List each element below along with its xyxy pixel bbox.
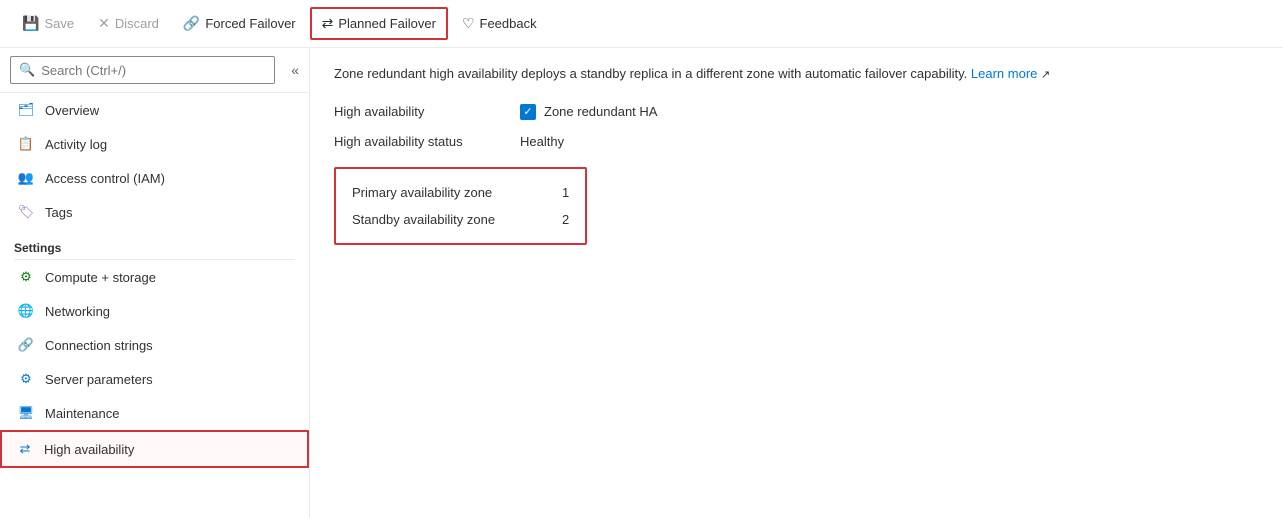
sidebar-item-label: Overview	[45, 103, 99, 118]
settings-section-label: Settings	[0, 229, 309, 259]
high-availability-field: High availability ✓ Zone redundant HA	[334, 104, 1259, 120]
primary-zone-label: Primary availability zone	[352, 185, 542, 200]
activity-log-icon: 📋	[17, 135, 35, 153]
sidebar-item-access-control[interactable]: 👥 Access control (IAM)	[0, 161, 309, 195]
forced-failover-icon: 🔗	[183, 15, 200, 32]
primary-zone-row: Primary availability zone 1	[352, 179, 569, 206]
server-parameters-icon: ⚙	[17, 370, 35, 388]
ha-status-field: High availability status Healthy	[334, 134, 1259, 149]
sidebar-item-label: Access control (IAM)	[45, 171, 165, 186]
ha-field-value: ✓ Zone redundant HA	[520, 104, 657, 120]
sidebar-item-label: Tags	[45, 205, 72, 220]
info-text: Zone redundant high availability deploys…	[334, 64, 1259, 84]
availability-zone-box: Primary availability zone 1 Standby avai…	[334, 167, 587, 245]
sidebar-item-label: Networking	[45, 304, 110, 319]
planned-failover-icon: ⇄	[322, 15, 334, 32]
search-icon: 🔍	[19, 62, 35, 78]
sidebar-item-overview[interactable]: 🗂 Overview	[0, 93, 309, 127]
standby-zone-label: Standby availability zone	[352, 212, 542, 227]
sidebar-item-label: Connection strings	[45, 338, 153, 353]
tags-icon: 🏷	[17, 203, 35, 221]
learn-more-link[interactable]: Learn more	[971, 66, 1037, 81]
main-layout: 🔍 « 🗂 Overview 📋 Activity log 👥 Access c…	[0, 48, 1283, 518]
sidebar-item-label: Activity log	[45, 137, 107, 152]
collapse-button[interactable]: «	[285, 58, 305, 82]
sidebar-item-high-availability[interactable]: ⇄ High availability	[0, 430, 309, 468]
ha-value-text: Zone redundant HA	[544, 104, 657, 119]
ha-status-text: Healthy	[520, 134, 564, 149]
feedback-button[interactable]: ♡ Feedback	[452, 9, 547, 38]
search-row: 🔍 «	[0, 48, 309, 93]
connection-strings-icon: 🔗	[17, 336, 35, 354]
ha-checkbox[interactable]: ✓	[520, 104, 536, 120]
sidebar-item-tags[interactable]: 🏷 Tags	[0, 195, 309, 229]
external-link-icon: ↗	[1041, 69, 1050, 81]
discard-icon: ✕	[98, 15, 110, 32]
sidebar-item-server-parameters[interactable]: ⚙ Server parameters	[0, 362, 309, 396]
search-input[interactable]	[41, 63, 266, 78]
sidebar-item-compute-storage[interactable]: ⚙ Compute + storage	[0, 260, 309, 294]
standby-zone-value: 2	[562, 212, 569, 227]
content-area: Zone redundant high availability deploys…	[310, 48, 1283, 518]
high-availability-icon: ⇄	[16, 440, 34, 458]
standby-zone-row: Standby availability zone 2	[352, 206, 569, 233]
save-icon: 💾	[22, 15, 39, 32]
search-box[interactable]: 🔍	[10, 56, 275, 84]
save-button[interactable]: 💾 Save	[12, 9, 84, 38]
discard-button[interactable]: ✕ Discard	[88, 9, 169, 38]
planned-failover-button[interactable]: ⇄ Planned Failover	[310, 7, 448, 40]
maintenance-icon: 🖥	[17, 404, 35, 422]
sidebar-item-label: Server parameters	[45, 372, 153, 387]
ha-status-value: Healthy	[520, 134, 564, 149]
sidebar-item-activity-log[interactable]: 📋 Activity log	[0, 127, 309, 161]
access-control-icon: 👥	[17, 169, 35, 187]
sidebar-item-label: Compute + storage	[45, 270, 156, 285]
ha-status-label: High availability status	[334, 134, 504, 149]
primary-zone-value: 1	[562, 185, 569, 200]
sidebar-item-label: Maintenance	[45, 406, 119, 421]
sidebar-item-connection-strings[interactable]: 🔗 Connection strings	[0, 328, 309, 362]
compute-storage-icon: ⚙	[17, 268, 35, 286]
sidebar-item-maintenance[interactable]: 🖥 Maintenance	[0, 396, 309, 430]
networking-icon: 🌐	[17, 302, 35, 320]
sidebar-item-networking[interactable]: 🌐 Networking	[0, 294, 309, 328]
overview-icon: 🗂	[17, 101, 35, 119]
feedback-icon: ♡	[462, 15, 475, 32]
sidebar-item-label: High availability	[44, 442, 134, 457]
ha-field-label: High availability	[334, 104, 504, 119]
sidebar: 🔍 « 🗂 Overview 📋 Activity log 👥 Access c…	[0, 48, 310, 518]
forced-failover-button[interactable]: 🔗 Forced Failover	[173, 9, 306, 38]
toolbar: 💾 Save ✕ Discard 🔗 Forced Failover ⇄ Pla…	[0, 0, 1283, 48]
